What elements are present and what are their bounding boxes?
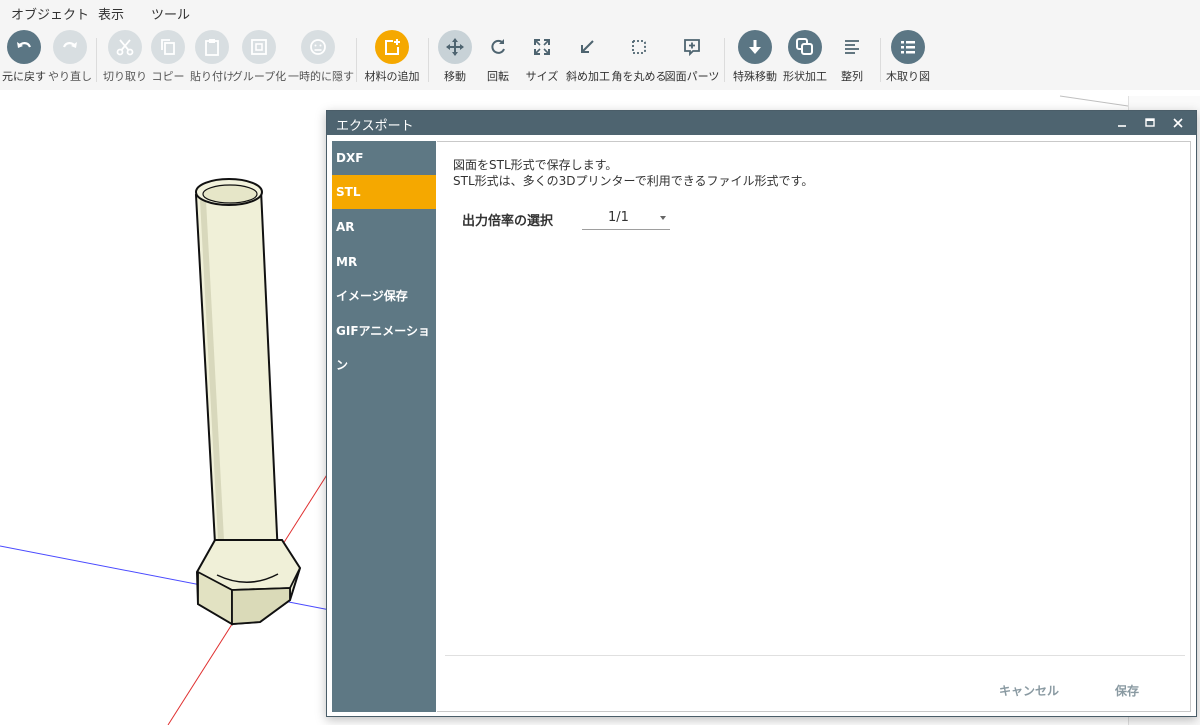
toolbar-separator [356,38,357,82]
menu-tools[interactable]: ツール [151,4,190,23]
maximize-icon [1145,118,1155,127]
drawing-parts-button[interactable]: 図面パーツ [662,30,722,84]
footer-divider [445,655,1185,656]
add-material-label: 材料の追加 [364,70,420,83]
dropdown-arrow-icon [660,216,666,220]
cut-icon [108,30,142,64]
cutting-list-icon [891,30,925,64]
shape-process-icon [788,30,822,64]
bolt-model [194,178,302,626]
output-scale-value: 1/1 [608,210,629,225]
hide-icon [301,30,335,64]
output-scale-select[interactable]: 1/1 [582,206,670,230]
menu-object[interactable]: オブジェクト [11,4,89,23]
minimize-icon [1118,125,1126,127]
align-label: 整列 [841,70,863,83]
sidebar-item-mr[interactable]: MR [332,245,436,279]
output-scale-label: 出力倍率の選択 [462,214,554,229]
description-line-1: 図面をSTL形式で保存します。 [453,158,618,172]
move-icon [438,30,472,64]
menu-view[interactable]: 表示 [98,4,124,23]
maximize-button[interactable] [1139,113,1161,133]
group-button[interactable]: グループ化 [229,30,289,84]
align-icon [835,30,869,64]
undo-icon [7,30,41,64]
cutting-list-label: 木取り図 [886,70,930,83]
minimize-button[interactable] [1111,113,1133,133]
export-dialog: エクスポート DXF STL AR MR イメージ保存 GIFアニメーション 図… [326,110,1197,717]
sidebar-item-ar[interactable]: AR [332,210,436,244]
close-button[interactable] [1167,113,1189,133]
menu-bar: オブジェクト 表示 ツール [0,0,1200,24]
cutting-list-button[interactable]: 木取り図 [878,30,938,84]
export-format-sidebar: DXF STL AR MR イメージ保存 GIFアニメーション [332,141,436,712]
export-settings-panel: 図面をSTL形式で保存します。 STL形式は、多くの3Dプリンターで利用できるフ… [437,141,1191,712]
sidebar-item-stl[interactable]: STL [332,175,436,209]
toolbar: 元に戻す やり直し 切り取り コピー 貼り付け グループ化 一時的に隠す 材料の… [0,24,1200,90]
hide-button[interactable]: 一時的に隠す [288,30,354,84]
group-icon [242,30,276,64]
paste-icon [195,30,229,64]
copy-icon [151,30,185,64]
hide-label: 一時的に隠す [288,70,354,83]
redo-label: やり直し [48,70,92,83]
drawing-parts-label: 図面パーツ [664,70,720,83]
redo-icon [53,30,87,64]
round-corner-icon [622,30,656,64]
add-material-icon [375,30,409,64]
add-material-button[interactable]: 材料の追加 [362,30,422,84]
bevel-icon [571,30,605,64]
redo-button[interactable]: やり直し [40,30,100,84]
align-button[interactable]: 整列 [822,30,882,84]
resize-icon [525,30,559,64]
sidebar-item-image-save[interactable]: イメージ保存 [332,279,436,313]
cancel-button[interactable]: キャンセル [999,682,1059,699]
rotate-icon [481,30,515,64]
sidebar-item-dxf[interactable]: DXF [332,141,436,175]
dialog-title: エクスポート [336,119,414,134]
special-move-icon [738,30,772,64]
dialog-titlebar: エクスポート [327,111,1196,135]
sidebar-item-gif-animation[interactable]: GIFアニメーション [332,314,436,372]
description-line-2: STL形式は、多くの3Dプリンターで利用できるファイル形式です。 [453,174,814,188]
drawing-parts-icon [675,30,709,64]
round-corner-button[interactable]: 角を丸める [609,30,669,84]
save-button[interactable]: 保存 [1115,682,1139,699]
dialog-body: DXF STL AR MR イメージ保存 GIFアニメーション 図面をSTL形式… [327,135,1196,716]
group-label: グループ化 [231,70,287,83]
round-corner-label: 角を丸める [611,70,667,83]
grid-line [1059,95,1129,107]
close-icon [1173,118,1183,128]
